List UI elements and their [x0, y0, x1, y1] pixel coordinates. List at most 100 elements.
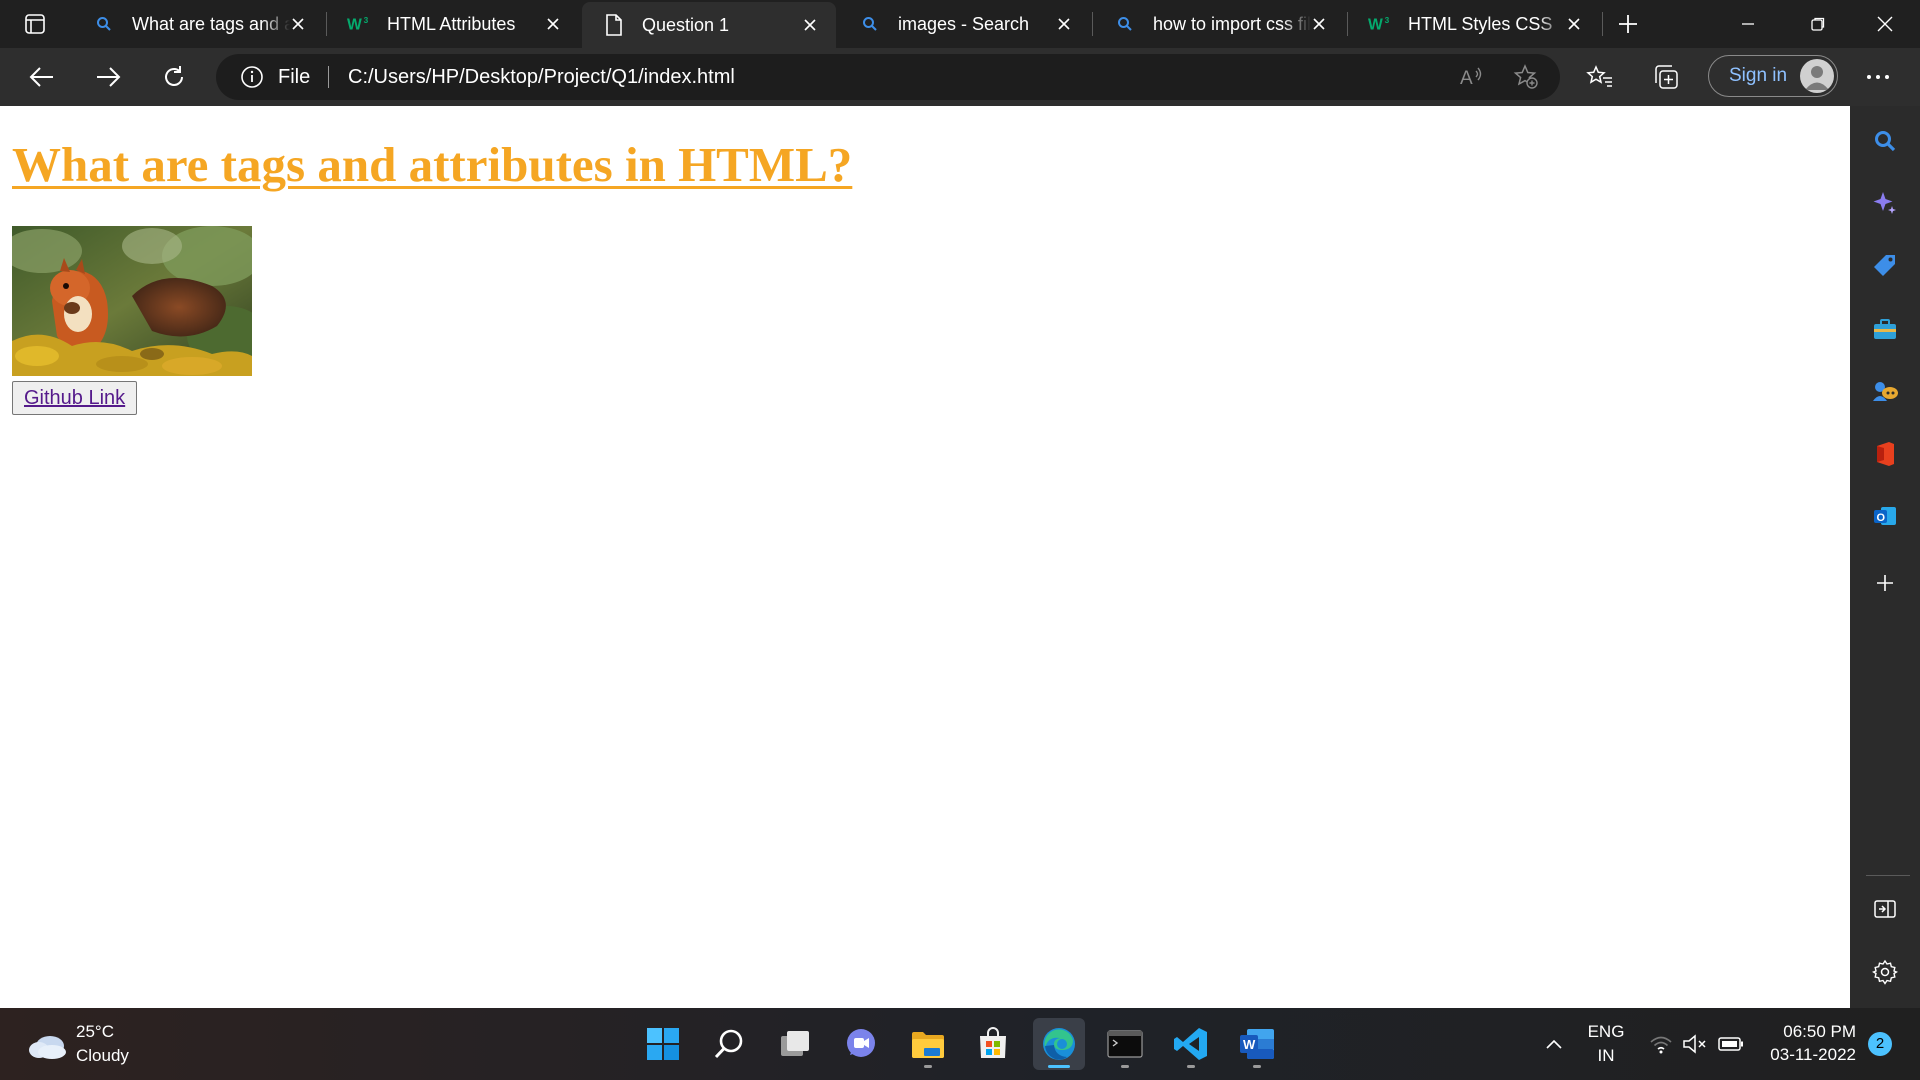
running-indicator	[1048, 1065, 1070, 1068]
clock-date[interactable]: 03-11-2022	[1760, 1045, 1856, 1065]
task-view-button[interactable]	[769, 1018, 821, 1070]
close-icon[interactable]	[541, 0, 565, 48]
read-aloud-icon[interactable]: A	[1458, 63, 1486, 91]
file-explorer-icon	[912, 1032, 944, 1058]
github-link-button[interactable]: Github Link	[12, 381, 138, 415]
edge-sidebar: O	[1850, 106, 1920, 1008]
tab-label: Question 1	[642, 14, 730, 35]
battery-icon[interactable]	[1718, 1032, 1744, 1056]
favorites-icon	[1586, 65, 1612, 87]
tab-what-are-tags[interactable]: What are tags and attributes in HTML	[72, 0, 324, 48]
sidebar-office-button[interactable]	[1869, 438, 1901, 470]
svg-text:W: W	[347, 17, 362, 33]
close-icon[interactable]	[798, 2, 822, 48]
info-icon[interactable]	[240, 65, 264, 89]
tab-divider	[1602, 12, 1603, 36]
svg-text:O: O	[1877, 512, 1886, 524]
minimize-button[interactable]	[1713, 0, 1783, 48]
github-link[interactable]: Github Link	[24, 387, 125, 409]
store-icon	[980, 1027, 1006, 1058]
store-button[interactable]	[967, 1018, 1019, 1070]
close-icon[interactable]	[1307, 0, 1331, 48]
language-indicator[interactable]: ENG	[1586, 1022, 1626, 1042]
avatar	[1800, 59, 1834, 93]
forward-button[interactable]	[88, 57, 128, 97]
squirrel-image	[12, 226, 252, 376]
sidebar-outlook-button[interactable]: O	[1869, 500, 1901, 532]
collections-icon	[1655, 65, 1678, 89]
close-window-button[interactable]	[1850, 0, 1920, 48]
sidebar-copilot-button[interactable]	[1869, 187, 1901, 219]
address-divider	[328, 66, 329, 88]
address-bar[interactable]: File C:/Users/HP/Desktop/Project/Q1/inde…	[216, 54, 1560, 100]
tab-label: images - Search	[898, 13, 1030, 34]
weather-condition: Cloudy	[76, 1046, 129, 1065]
refresh-button[interactable]	[154, 57, 194, 97]
start-button[interactable]	[637, 1018, 689, 1070]
settings-more-button[interactable]	[1862, 61, 1894, 93]
svg-text:A: A	[1460, 68, 1473, 89]
close-icon[interactable]	[1562, 0, 1586, 48]
new-tab-button[interactable]	[1610, 8, 1646, 40]
sidebar-split-button[interactable]	[1869, 893, 1901, 925]
tab-actions-button[interactable]	[14, 8, 56, 40]
tab-images-search[interactable]: images - Search	[838, 0, 1090, 48]
word-button[interactable]: W	[1231, 1018, 1283, 1070]
tab-question-1[interactable]: Question 1	[582, 2, 836, 48]
svg-text:W: W	[1368, 17, 1383, 33]
tab-html-styles[interactable]: W3 HTML Styles CSS	[1348, 0, 1600, 48]
start-icon	[647, 1028, 679, 1060]
close-icon	[1877, 16, 1893, 32]
clock-time[interactable]: 06:50 PM	[1760, 1022, 1856, 1042]
sidebar-add-button[interactable]	[1869, 567, 1901, 599]
back-button[interactable]	[22, 57, 62, 97]
svg-text:3: 3	[364, 15, 369, 25]
close-icon[interactable]	[1052, 0, 1076, 48]
terminal-button[interactable]	[1099, 1018, 1151, 1070]
teams-chat-button[interactable]	[835, 1018, 887, 1070]
show-hidden-icons-button[interactable]	[1540, 1032, 1568, 1056]
file-explorer-button[interactable]	[902, 1018, 954, 1070]
tools-icon	[1874, 319, 1896, 339]
wifi-icon[interactable]	[1648, 1032, 1674, 1056]
restore-button[interactable]	[1783, 0, 1853, 48]
collections-button[interactable]	[1650, 61, 1682, 93]
sign-in-button[interactable]: Sign in	[1708, 55, 1838, 97]
running-indicator	[1121, 1065, 1129, 1068]
games-icon	[1873, 382, 1898, 401]
copilot-icon	[1873, 192, 1896, 214]
notification-badge[interactable]: 2	[1868, 1032, 1892, 1056]
more-icon	[1867, 75, 1889, 79]
volume-muted-icon[interactable]	[1682, 1032, 1708, 1056]
restore-icon	[1811, 17, 1825, 31]
vscode-button[interactable]	[1165, 1018, 1217, 1070]
sidebar-divider	[1866, 875, 1910, 876]
running-indicator	[1253, 1065, 1261, 1068]
edge-button[interactable]	[1033, 1018, 1085, 1070]
sidebar-tools-button[interactable]	[1869, 313, 1901, 345]
sidebar-games-button[interactable]	[1869, 375, 1901, 407]
search-icon	[1875, 131, 1896, 152]
tab-html-attributes[interactable]: W3 HTML Attributes	[327, 0, 579, 48]
document-icon	[602, 13, 626, 37]
favorites-button[interactable]	[1584, 61, 1616, 93]
sidebar-search-button[interactable]	[1869, 125, 1901, 157]
running-indicator	[924, 1065, 932, 1068]
url-text[interactable]: C:/Users/HP/Desktop/Project/Q1/index.htm…	[348, 54, 735, 100]
running-indicator	[1187, 1065, 1195, 1068]
tab-strip: What are tags and attributes in HTML W3 …	[0, 0, 1920, 48]
close-icon[interactable]	[286, 0, 310, 48]
edge-icon	[1043, 1028, 1075, 1060]
keyboard-region[interactable]: IN	[1586, 1046, 1626, 1066]
tab-label: HTML Styles CSS	[1408, 13, 1553, 34]
add-favorite-icon[interactable]	[1512, 63, 1540, 91]
search-icon	[714, 1029, 743, 1059]
sidebar-settings-button[interactable]	[1869, 956, 1901, 988]
search-icon	[1113, 12, 1137, 36]
page-heading[interactable]: What are tags and attributes in HTML?	[12, 136, 852, 193]
scheme-label: File	[278, 66, 311, 88]
tab-import-css[interactable]: how to import css file	[1093, 0, 1345, 48]
sidebar-shopping-button[interactable]	[1869, 250, 1901, 282]
taskbar-search-button[interactable]	[703, 1018, 755, 1070]
page-viewport: What are tags and attributes in HTML? Gi…	[0, 106, 1850, 1008]
